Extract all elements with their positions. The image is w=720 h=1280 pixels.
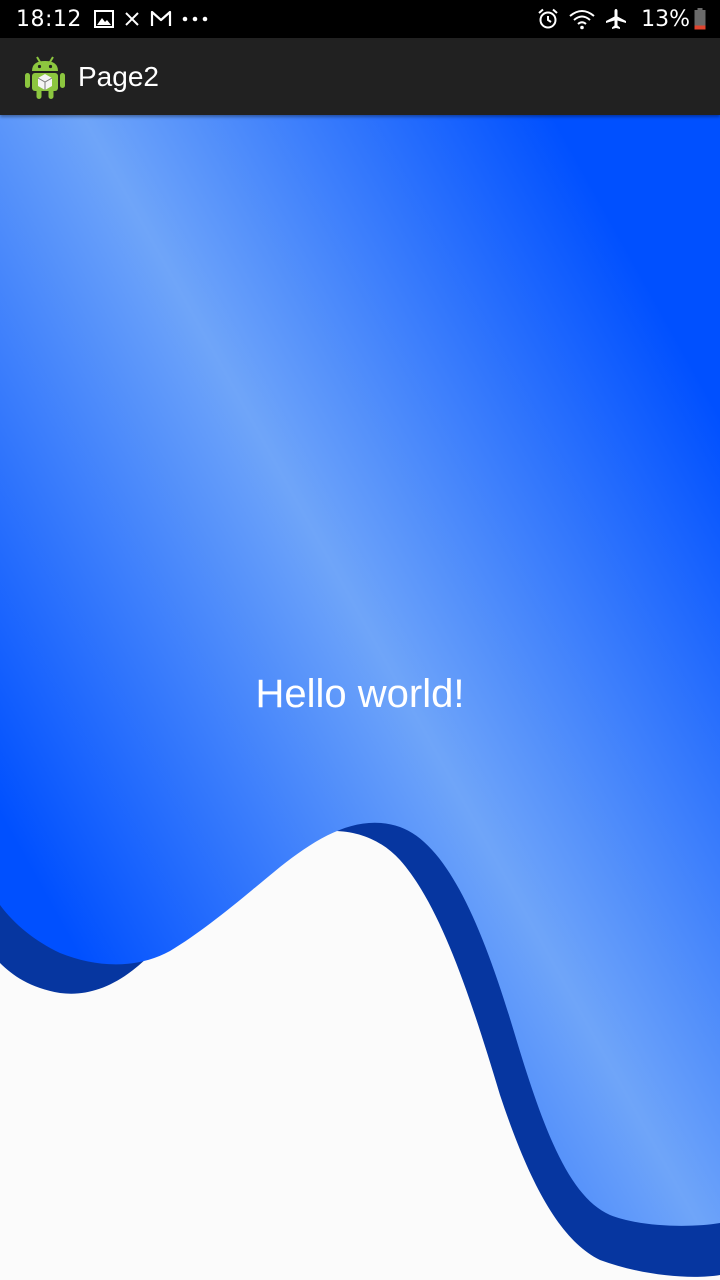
- main-content: Hello world!: [0, 115, 720, 1280]
- image-icon: [93, 10, 114, 28]
- gmail-icon: [150, 10, 172, 28]
- action-bar: Page2: [0, 38, 720, 115]
- page-title: Page2: [78, 60, 159, 92]
- wifi-icon: [569, 8, 595, 30]
- status-left: 18:12: [16, 7, 218, 32]
- android-robot-icon: [24, 53, 66, 101]
- status-time: 18:12: [16, 6, 82, 32]
- airplane-mode-icon: [605, 8, 627, 30]
- battery-percent: 13%: [641, 6, 690, 32]
- hello-world-label: Hello world!: [255, 672, 465, 716]
- close-icon: [124, 11, 140, 27]
- screen: 18:12 13% Page2 Hello world!: [0, 0, 720, 1280]
- alarm-icon: [537, 8, 559, 30]
- status-bar: 18:12 13%: [0, 0, 720, 38]
- status-right: 13%: [537, 7, 706, 32]
- more-dots-icon: [182, 16, 208, 22]
- wave-main: [0, 115, 720, 1226]
- battery-icon: [694, 8, 706, 30]
